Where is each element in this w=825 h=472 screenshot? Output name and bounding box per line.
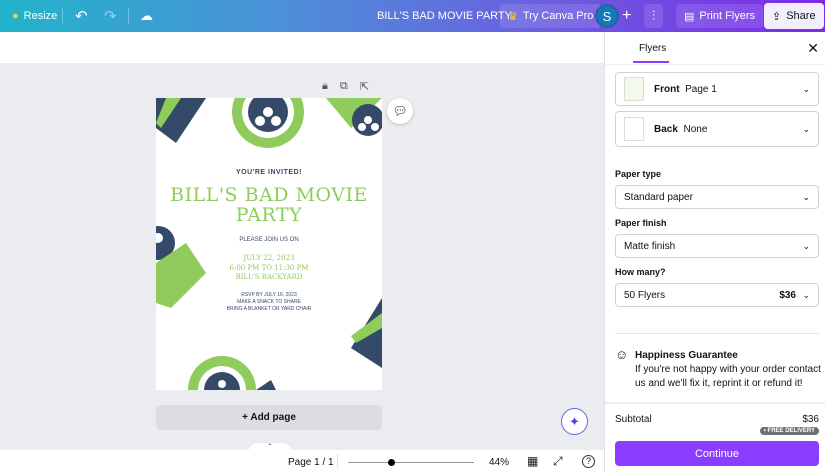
print-icon: ▤ bbox=[684, 10, 694, 23]
paper-type-value: Standard paper bbox=[624, 192, 693, 203]
chevron-down-icon: ⌄ bbox=[802, 192, 810, 203]
time-text: 6:00 PM TO 11:30 PM bbox=[156, 264, 382, 272]
flyer-page[interactable]: YOU'RE INVITED! BILL'S BAD MOVIE PARTY P… bbox=[156, 98, 382, 390]
chevron-down-icon: ⌄ bbox=[802, 124, 810, 135]
continue-label: Continue bbox=[695, 448, 739, 460]
fullscreen-icon[interactable]: ⤢ bbox=[553, 454, 563, 469]
front-select[interactable]: Front Page 1 ⌄ bbox=[615, 72, 819, 106]
flyer-title-line2: PARTY bbox=[156, 204, 382, 226]
editor-toolbar bbox=[0, 32, 604, 63]
add-page-label: + Add page bbox=[242, 412, 296, 423]
back-thumbnail bbox=[624, 117, 644, 141]
share-button[interactable]: ⇪ Share bbox=[764, 3, 824, 29]
zoom-level[interactable]: 44% bbox=[489, 457, 509, 468]
quantity-value: 50 Flyers bbox=[624, 290, 665, 301]
resize-label: Resize bbox=[24, 10, 58, 22]
blanket-text: BRING A BLANKET OR YARD CHAIR bbox=[156, 306, 382, 312]
film-decorations bbox=[156, 98, 382, 390]
resize-button[interactable]: ● Resize bbox=[4, 4, 65, 28]
divider bbox=[128, 8, 129, 24]
quantity-select[interactable]: 50 Flyers $36 ⌄ bbox=[615, 283, 819, 307]
ribbon-stripes-top-left bbox=[156, 98, 206, 143]
film-reel-top bbox=[232, 98, 304, 148]
top-bar: ● Resize ↶ ↷ ☁ BILL'S BAD MOVIE PARTY ♛ Tr… bbox=[0, 0, 825, 32]
subtotal-value: $36 bbox=[802, 414, 819, 425]
add-page-button[interactable]: + Add page bbox=[156, 405, 382, 430]
smiley-icon: ☺ bbox=[615, 347, 628, 362]
zoom-slider[interactable] bbox=[348, 462, 474, 463]
try-pro-label: Try Canva Pro bbox=[523, 10, 594, 22]
redo-icon[interactable]: ↷ bbox=[104, 7, 117, 25]
front-value: Page 1 bbox=[685, 84, 717, 95]
back-value: None bbox=[683, 124, 707, 135]
rsvp-text: RSVP BY JULY 16, 2023 bbox=[156, 292, 382, 298]
paper-finish-label: Paper finish bbox=[615, 218, 667, 228]
divider bbox=[605, 64, 825, 65]
paper-type-label: Paper type bbox=[615, 169, 661, 179]
page-actions: 🔒︎ ⧉ ⇱ bbox=[322, 80, 369, 93]
free-delivery-badge: • FREE DELIVERY bbox=[760, 427, 819, 435]
subtotal-label: Subtotal bbox=[615, 414, 652, 425]
place-text: BILL'S BACKYARD bbox=[156, 273, 382, 281]
divider bbox=[62, 8, 63, 24]
crown-icon: ● bbox=[12, 10, 19, 22]
tab-underline bbox=[633, 61, 669, 63]
avatar[interactable]: S bbox=[595, 4, 619, 28]
front-label: Front bbox=[654, 84, 680, 95]
share-icon: ⇪ bbox=[772, 10, 781, 23]
front-thumbnail bbox=[624, 77, 644, 101]
add-collaborator-icon[interactable]: + bbox=[622, 7, 631, 25]
avatar-initial: S bbox=[603, 9, 612, 24]
chevron-down-icon: ⌄ bbox=[802, 290, 810, 301]
chevron-down-icon: ⌄ bbox=[802, 84, 810, 95]
paper-type-select[interactable]: Standard paper ⌄ bbox=[615, 185, 819, 209]
analytics-icon[interactable]: ⫶ bbox=[644, 4, 663, 28]
chevron-down-icon: ⌄ bbox=[802, 241, 810, 252]
flyer-title-line1: BILL'S BAD MOVIE bbox=[156, 184, 382, 206]
dark-triangle bbox=[256, 380, 276, 390]
share-label: Share bbox=[786, 10, 815, 22]
continue-button[interactable]: Continue bbox=[615, 441, 819, 466]
bottom-bar: Page 1 / 1 44% ▦ ⤢ ? bbox=[0, 450, 604, 472]
back-label: Back bbox=[654, 124, 678, 135]
how-many-label: How many? bbox=[615, 267, 666, 277]
page-indicator[interactable]: Page 1 / 1 bbox=[288, 457, 334, 468]
tab-flyers[interactable]: Flyers bbox=[639, 43, 666, 54]
add-page-icon[interactable]: ⇱ bbox=[360, 80, 369, 93]
divider bbox=[605, 402, 825, 404]
join-text: PLEASE JOIN US ON bbox=[156, 237, 382, 243]
invited-text: YOU'RE INVITED! bbox=[156, 169, 382, 176]
divider bbox=[337, 454, 338, 468]
duplicate-icon[interactable]: ⧉ bbox=[340, 80, 348, 93]
quantity-price: $36 bbox=[779, 290, 796, 301]
comment-icon[interactable]: 💬︎ bbox=[387, 98, 413, 124]
paper-finish-value: Matte finish bbox=[624, 241, 675, 252]
print-panel: Flyers ✕ Front Page 1 ⌄ Back None ⌄ Paper … bbox=[604, 32, 825, 472]
grid-view-icon[interactable]: ▦ bbox=[527, 454, 538, 468]
zoom-slider-handle[interactable] bbox=[388, 459, 395, 466]
date-text: JULY 22, 2023 bbox=[156, 254, 382, 262]
crown-icon: ♛ bbox=[508, 10, 518, 23]
undo-icon[interactable]: ↶ bbox=[75, 7, 88, 25]
magic-assistant-icon[interactable]: ✦ bbox=[561, 408, 588, 435]
divider bbox=[615, 333, 819, 334]
guarantee-text: If you're not happy with your order cont… bbox=[635, 363, 821, 391]
cloud-save-icon[interactable]: ☁ bbox=[140, 8, 153, 24]
film-reel-bottom bbox=[188, 356, 256, 390]
try-pro-button[interactable]: ♛ Try Canva Pro bbox=[500, 4, 601, 28]
title-text: BILL'S BAD MOVIE PARTY bbox=[377, 10, 512, 22]
paper-finish-select[interactable]: Matte finish ⌄ bbox=[615, 234, 819, 258]
help-icon[interactable]: ? bbox=[582, 455, 595, 468]
lock-icon[interactable]: 🔒︎ bbox=[322, 80, 328, 93]
back-select[interactable]: Back None ⌄ bbox=[615, 111, 819, 147]
print-label: Print Flyers bbox=[699, 10, 755, 22]
close-icon[interactable]: ✕ bbox=[807, 40, 819, 57]
print-flyers-button[interactable]: ▤ Print Flyers bbox=[676, 4, 763, 28]
guarantee-title: Happiness Guarantee bbox=[635, 350, 738, 361]
snack-text: MAKE A SNACK TO SHARE bbox=[156, 299, 382, 305]
document-title[interactable]: BILL'S BAD MOVIE PARTY bbox=[377, 10, 512, 22]
